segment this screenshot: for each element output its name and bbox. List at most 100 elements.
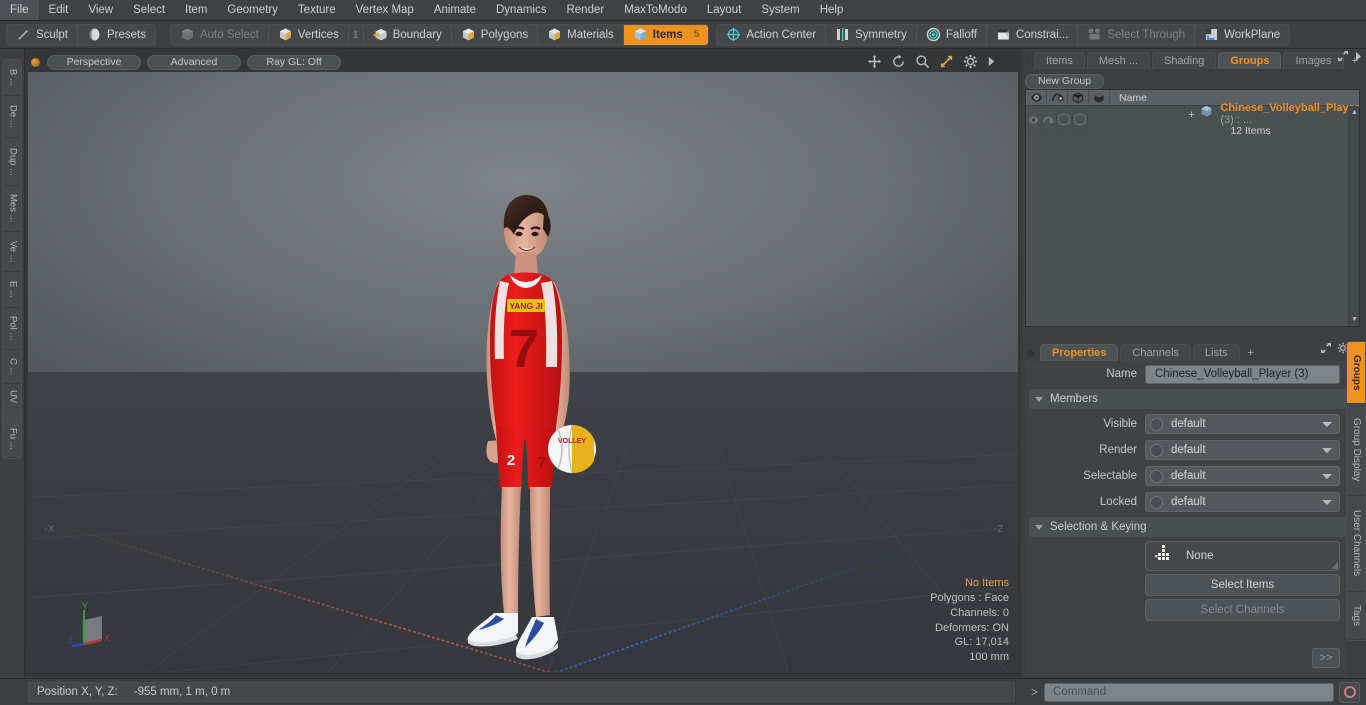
expand-icon[interactable]: + <box>1188 109 1194 121</box>
menu-item-geometry[interactable]: Geometry <box>217 0 288 20</box>
members-section-header[interactable]: Members <box>1029 389 1346 409</box>
locked-dropdown[interactable]: default <box>1145 492 1340 512</box>
command-input[interactable]: Command <box>1044 682 1334 702</box>
menu-item-animate[interactable]: Animate <box>424 0 486 20</box>
symmetry-button[interactable]: Symmetry <box>826 24 917 45</box>
tab-channels[interactable]: Channels <box>1120 344 1191 361</box>
stat-gl: GL: 17,014 <box>954 636 1009 649</box>
left-tab-deform[interactable]: De ... <box>3 96 21 138</box>
left-tab-duplicate[interactable]: Dup ... <box>3 138 21 186</box>
right-tab-tags[interactable]: Tags <box>1347 592 1365 640</box>
materials-button[interactable]: Materials <box>538 24 624 45</box>
row-eye-icon[interactable] <box>1026 105 1042 134</box>
left-extra-button[interactable] <box>3 404 21 426</box>
menu-item-item[interactable]: Item <box>175 0 217 20</box>
viewport-container: Perspective Advanced Ray GL: Off -X -Z Y… <box>25 49 1021 677</box>
viewport-raygl-selector[interactable]: Ray GL: Off <box>247 54 341 70</box>
group-row-content[interactable]: + Chinese_Volleyball_Player (3) : ... 12… <box>1088 102 1359 137</box>
keying-preset-selector[interactable]: None <box>1145 541 1340 571</box>
tab-items[interactable]: Items <box>1033 52 1085 69</box>
constraint-button[interactable]: Constrai... <box>987 24 1079 45</box>
polygons-button[interactable]: Polygons <box>452 24 539 45</box>
menu-item-select[interactable]: Select <box>123 0 175 20</box>
maximize-icon[interactable] <box>1320 341 1332 359</box>
left-tab-polygon[interactable]: Pol ... <box>3 308 21 350</box>
chevron-right-icon[interactable] <box>987 54 996 69</box>
select-items-button[interactable]: Select Items <box>1145 574 1340 596</box>
left-tab-vertex[interactable]: Ve ... <box>3 232 21 272</box>
vertices-button[interactable]: Vertices <box>269 24 349 45</box>
tab-properties[interactable]: Properties <box>1040 344 1119 361</box>
presets-button[interactable]: Presets <box>78 25 155 45</box>
workplane-button[interactable]: WorkPlane <box>1195 25 1289 45</box>
collapse-triangle-icon[interactable] <box>1035 524 1043 530</box>
menu-item-render[interactable]: Render <box>556 0 614 20</box>
select-channels-button[interactable]: Select Channels <box>1145 599 1340 621</box>
tab-add-properties-button[interactable]: + <box>1242 344 1260 361</box>
selectable-dropdown[interactable]: default <box>1145 466 1340 486</box>
menu-item-vertex-map[interactable]: Vertex Map <box>346 0 424 20</box>
selection-keying-section-header[interactable]: Selection & Keying <box>1029 517 1346 537</box>
select-through-button[interactable]: Select Through <box>1078 24 1196 45</box>
new-group-button[interactable]: New Group <box>1025 73 1105 89</box>
items-button[interactable]: Items 5 <box>623 24 709 45</box>
left-tab-mesh[interactable]: Mes ... <box>3 186 21 232</box>
viewport-menu-dot-icon[interactable] <box>31 57 40 67</box>
tab-groups[interactable]: Groups <box>1218 52 1282 69</box>
zoom-icon[interactable] <box>915 54 930 69</box>
action-center-button[interactable]: Action Center <box>717 24 827 45</box>
rotate-icon[interactable] <box>891 54 906 69</box>
menu-item-help[interactable]: Help <box>810 0 854 20</box>
viewport-axis-gizmo[interactable]: Y X Z <box>68 600 124 656</box>
menu-item-file[interactable]: File <box>0 0 39 20</box>
boundary-button[interactable]: Boundary <box>362 24 452 45</box>
right-tab-group-display[interactable]: Group Display <box>1347 404 1365 496</box>
menu-item-texture[interactable]: Texture <box>288 0 346 20</box>
groups-tree-scrollbar[interactable]: ▲ ▼ <box>1348 106 1359 326</box>
fit-icon[interactable] <box>939 54 954 69</box>
panel-menu-dot-icon[interactable] <box>1027 58 1028 65</box>
viewport-3d[interactable]: -X -Z YANG JI 7 2 7 VOLLEY Y X Z No Item… <box>28 72 1018 672</box>
position-readout[interactable]: Position X, Y, Z: -955 mm, 1 m, 0 m <box>28 682 1015 702</box>
scroll-up-arrow-icon[interactable]: ▲ <box>1351 109 1358 116</box>
row-solid-toggle[interactable] <box>1073 105 1089 134</box>
tab-lists[interactable]: Lists <box>1192 344 1240 361</box>
render-dropdown[interactable]: default <box>1145 440 1340 460</box>
collapse-triangle-icon[interactable] <box>1035 396 1043 402</box>
right-tab-groups[interactable]: Groups <box>1347 342 1365 404</box>
left-tab-edge[interactable]: E ... <box>3 272 21 308</box>
viewport-shading-selector[interactable]: Advanced <box>147 54 241 70</box>
viewport-projection-selector[interactable]: Perspective <box>47 54 141 70</box>
menu-item-system[interactable]: System <box>751 0 809 20</box>
auto-select-button[interactable]: Auto Select <box>171 24 269 45</box>
menu-item-layout[interactable]: Layout <box>697 0 752 20</box>
table-row[interactable]: + Chinese_Volleyball_Player (3) : ... 12… <box>1026 102 1359 137</box>
menu-item-view[interactable]: View <box>78 0 123 20</box>
row-render-icon[interactable] <box>1042 105 1058 134</box>
move-icon[interactable] <box>867 54 882 69</box>
tab-shading[interactable]: Shading <box>1151 52 1217 69</box>
gear-icon[interactable] <box>963 54 978 69</box>
menu-item-dynamics[interactable]: Dynamics <box>486 0 556 20</box>
right-tab-user-channels[interactable]: User Channels <box>1347 496 1365 592</box>
chevron-right-icon[interactable] <box>1354 49 1362 67</box>
selection-keying-section-title: Selection & Keying <box>1050 521 1147 533</box>
menu-item-maxtomodo[interactable]: MaxToModo <box>614 0 697 20</box>
properties-menu-dot-icon[interactable] <box>1027 350 1034 357</box>
left-tab-basic[interactable]: B ... <box>3 60 21 96</box>
falloff-button[interactable]: Falloff <box>917 24 987 45</box>
expand-more-button[interactable]: >> <box>1312 648 1340 668</box>
menu-item-edit[interactable]: Edit <box>39 0 79 20</box>
command-record-button[interactable] <box>1339 681 1360 703</box>
maximize-icon[interactable] <box>1337 49 1349 67</box>
name-input[interactable]: Chinese_Volleyball_Player (3) <box>1145 364 1340 384</box>
groups-tree[interactable]: Name + Chinese_Volleyball_Player (3): .… <box>1025 89 1360 327</box>
tab-mesh[interactable]: Mesh ... <box>1086 52 1150 69</box>
scroll-down-arrow-icon[interactable]: ▼ <box>1351 316 1358 323</box>
visible-dropdown[interactable]: default <box>1145 414 1340 434</box>
sculpt-button[interactable]: Sculpt <box>7 24 78 45</box>
tab-images[interactable]: Images <box>1283 52 1344 69</box>
left-tab-command[interactable]: C ... <box>3 350 21 384</box>
row-wire-toggle[interactable] <box>1057 105 1073 134</box>
character-volleyball-player[interactable]: YANG JI 7 2 7 VOLLEY <box>426 177 626 672</box>
